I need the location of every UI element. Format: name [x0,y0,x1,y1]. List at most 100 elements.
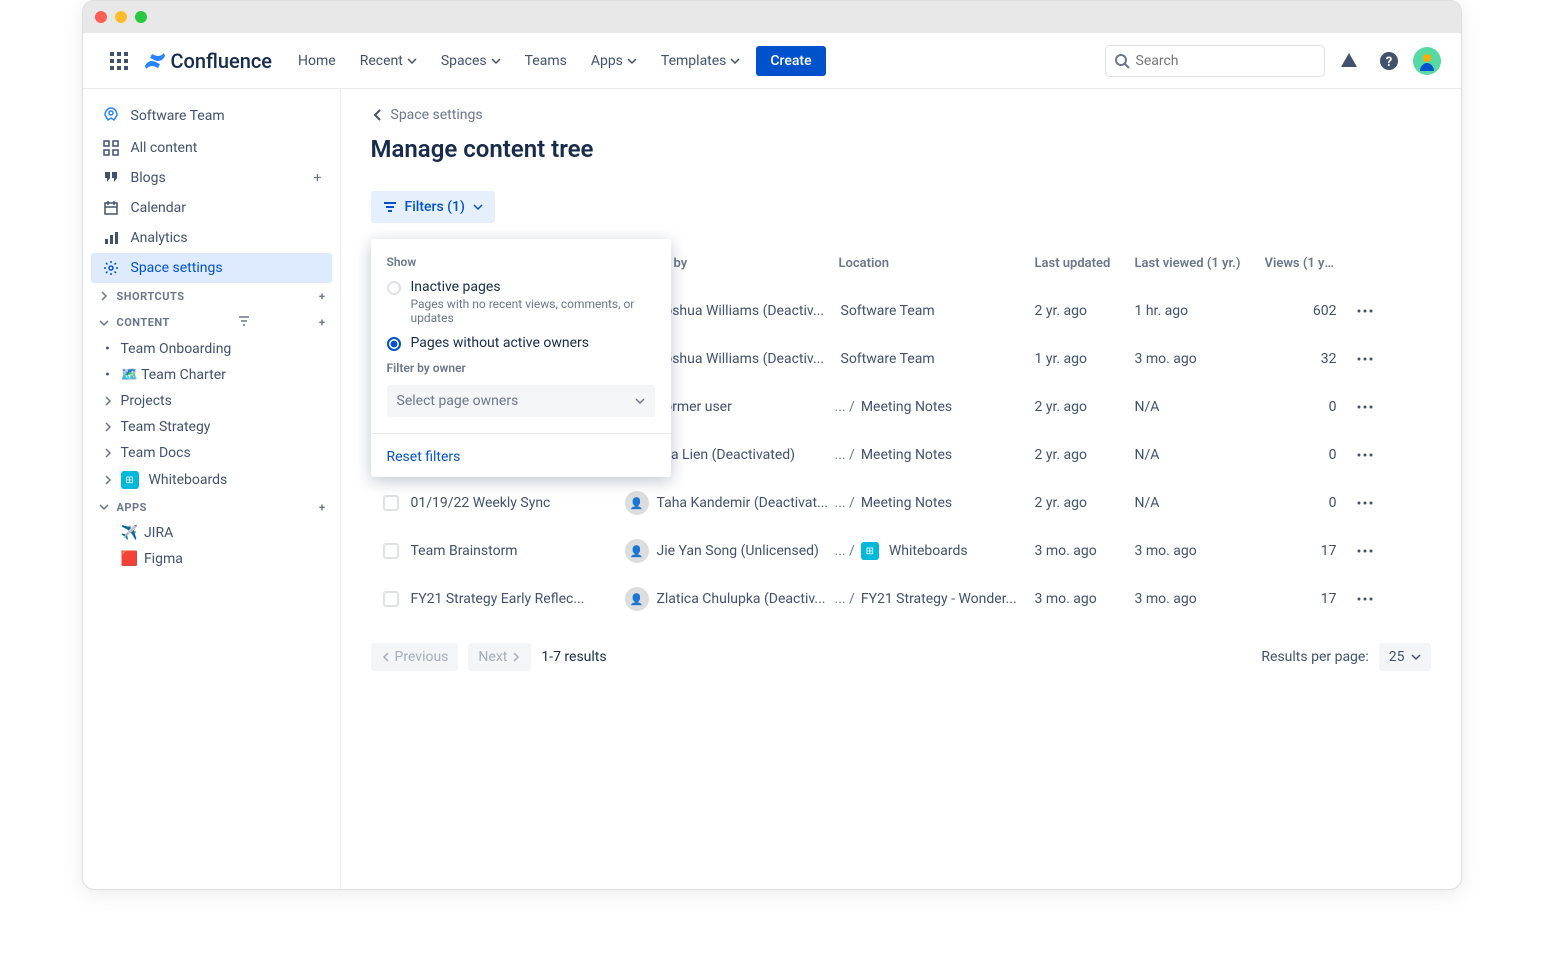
sidebar-blogs[interactable]: Blogs+ [91,163,332,193]
breadcrumb-back[interactable]: Space settings [371,107,1431,123]
row-title[interactable]: 01/19/22 Weekly Sync [411,495,625,511]
create-button[interactable]: Create [756,46,825,76]
row-location[interactable]: ... /Meeting Notes [835,495,1035,511]
row-views: 0 [1265,399,1345,415]
chevron-right-icon [511,652,521,662]
whiteboard-icon: ⊞ [861,542,879,560]
sidebar-app-item[interactable]: 🟥Figma [91,546,332,572]
minimize-window-button[interactable] [115,11,127,23]
filter-option-pages-without-owners[interactable]: Pages without active owners [387,335,655,351]
close-window-button[interactable] [95,11,107,23]
nav-templates[interactable]: Templates [653,47,749,75]
pagination: Previous Next 1-7 results Results per pa… [371,643,1431,671]
sidebar-content-item[interactable]: •🗺️ Team Charter [91,362,332,388]
filter-icon [383,200,397,214]
sidebar-content-item[interactable]: •Team Onboarding [91,336,332,362]
search-input[interactable] [1136,53,1316,69]
add-shortcut-icon[interactable]: + [319,290,326,303]
sidebar-apps-header[interactable]: APPS + [91,494,332,520]
row-created-by: 👤Zlatica Chulupka (Deactiv... [625,587,835,611]
header-views[interactable]: Views (1 yr.) [1265,256,1345,271]
row-more-actions[interactable] [1345,493,1385,513]
row-created-by: 👤Taha Kandemir (Deactivat... [625,491,835,515]
search-field[interactable] [1105,45,1325,77]
row-title[interactable]: Team Brainstorm [411,543,625,559]
row-more-actions[interactable] [1345,397,1385,417]
row-more-actions[interactable] [1345,301,1385,321]
row-last-updated: 2 yr. ago [1035,495,1135,511]
header-last-viewed[interactable]: Last viewed (1 yr.) [1135,256,1265,271]
row-location[interactable]: ... /Meeting Notes [835,399,1035,415]
nav-spaces[interactable]: Spaces [433,47,509,75]
filter-option-inactive-pages[interactable]: Inactive pages Pages with no recent view… [387,279,655,325]
header-last-updated[interactable]: Last updated [1035,256,1135,271]
sidebar-content-header[interactable]: CONTENT + [91,309,332,336]
sidebar-shortcuts-header[interactable]: SHORTCUTS + [91,283,332,309]
chevron-down-icon [473,202,483,212]
row-more-actions[interactable] [1345,541,1385,561]
help-icon[interactable]: ? [1373,45,1405,77]
popover-show-label: Show [387,255,655,269]
row-views: 0 [1265,495,1345,511]
whiteboard-icon: ⊞ [121,471,139,489]
filters-button[interactable]: Filters (1) [371,191,495,223]
row-location[interactable]: Software Team [835,303,1035,319]
sidebar-space-name[interactable]: Software Team [91,99,332,133]
nav-recent[interactable]: Recent [352,47,425,75]
sidebar-all-content[interactable]: All content [91,133,332,163]
sidebar-content-item[interactable]: Team Docs [91,440,332,466]
add-content-icon[interactable]: + [319,316,326,329]
app-switcher-icon[interactable] [103,45,135,77]
notifications-icon[interactable] [1333,45,1365,77]
next-button[interactable]: Next [468,643,531,671]
row-more-actions[interactable] [1345,445,1385,465]
select-page-owners[interactable]: Select page owners [387,385,655,417]
row-more-actions[interactable] [1345,349,1385,369]
row-location[interactable]: ... /Meeting Notes [835,447,1035,463]
table-row: Team Brainstorm👤Jie Yan Song (Unlicensed… [371,527,1431,575]
radio-checked-icon [387,337,401,351]
row-more-actions[interactable] [1345,589,1385,609]
add-app-icon[interactable]: + [319,501,326,514]
maximize-window-button[interactable] [135,11,147,23]
sidebar-content-item[interactable]: Team Strategy [91,414,332,440]
row-location[interactable]: ... /FY21 Strategy - Wonder... [835,591,1035,607]
row-location[interactable]: Software Team [835,351,1035,367]
previous-button[interactable]: Previous [371,643,459,671]
nav-apps[interactable]: Apps [583,47,645,75]
header-location[interactable]: Location [835,256,1035,271]
sidebar-content-item[interactable]: ⊞Whiteboards [91,466,332,494]
filter-content-icon[interactable] [238,315,250,330]
row-last-viewed: N/A [1135,447,1265,463]
results-per-page-select[interactable]: 25 [1379,643,1431,671]
confluence-logo[interactable]: Confluence [143,49,273,73]
window-titlebar [83,1,1461,33]
search-icon [1114,53,1130,69]
row-title[interactable]: FY21 Strategy Early Reflec... [411,591,625,607]
row-last-updated: 3 mo. ago [1035,543,1135,559]
row-last-updated: 2 yr. ago [1035,399,1135,415]
svg-text:?: ? [1385,55,1391,70]
sidebar-space-settings[interactable]: Space settings [91,253,332,283]
sidebar-app-item[interactable]: ✈️JIRA [91,520,332,546]
table-row: 01/19/22 Weekly Sync👤Taha Kandemir (Deac… [371,479,1431,527]
gear-icon [101,260,121,276]
chevron-down-icon [97,500,111,514]
sidebar-calendar[interactable]: Calendar [91,193,332,223]
add-blog-icon[interactable]: + [314,170,322,186]
rocket-icon [101,106,121,126]
grid-icon [101,140,121,156]
row-location[interactable]: ... /⊞Whiteboards [835,542,1035,560]
row-checkbox[interactable] [383,543,399,559]
row-checkbox[interactable] [383,591,399,607]
nav-teams[interactable]: Teams [517,47,575,75]
sidebar-content-item[interactable]: Projects [91,388,332,414]
reset-filters-link[interactable]: Reset filters [387,449,461,465]
user-avatar[interactable] [1413,47,1441,75]
page-title: Manage content tree [371,135,1431,163]
chevron-right-icon [101,446,115,460]
nav-home[interactable]: Home [290,47,344,75]
row-checkbox[interactable] [383,495,399,511]
sidebar-analytics[interactable]: Analytics [91,223,332,253]
table-row: FY21 Strategy Early Reflec...👤Zlatica Ch… [371,575,1431,623]
